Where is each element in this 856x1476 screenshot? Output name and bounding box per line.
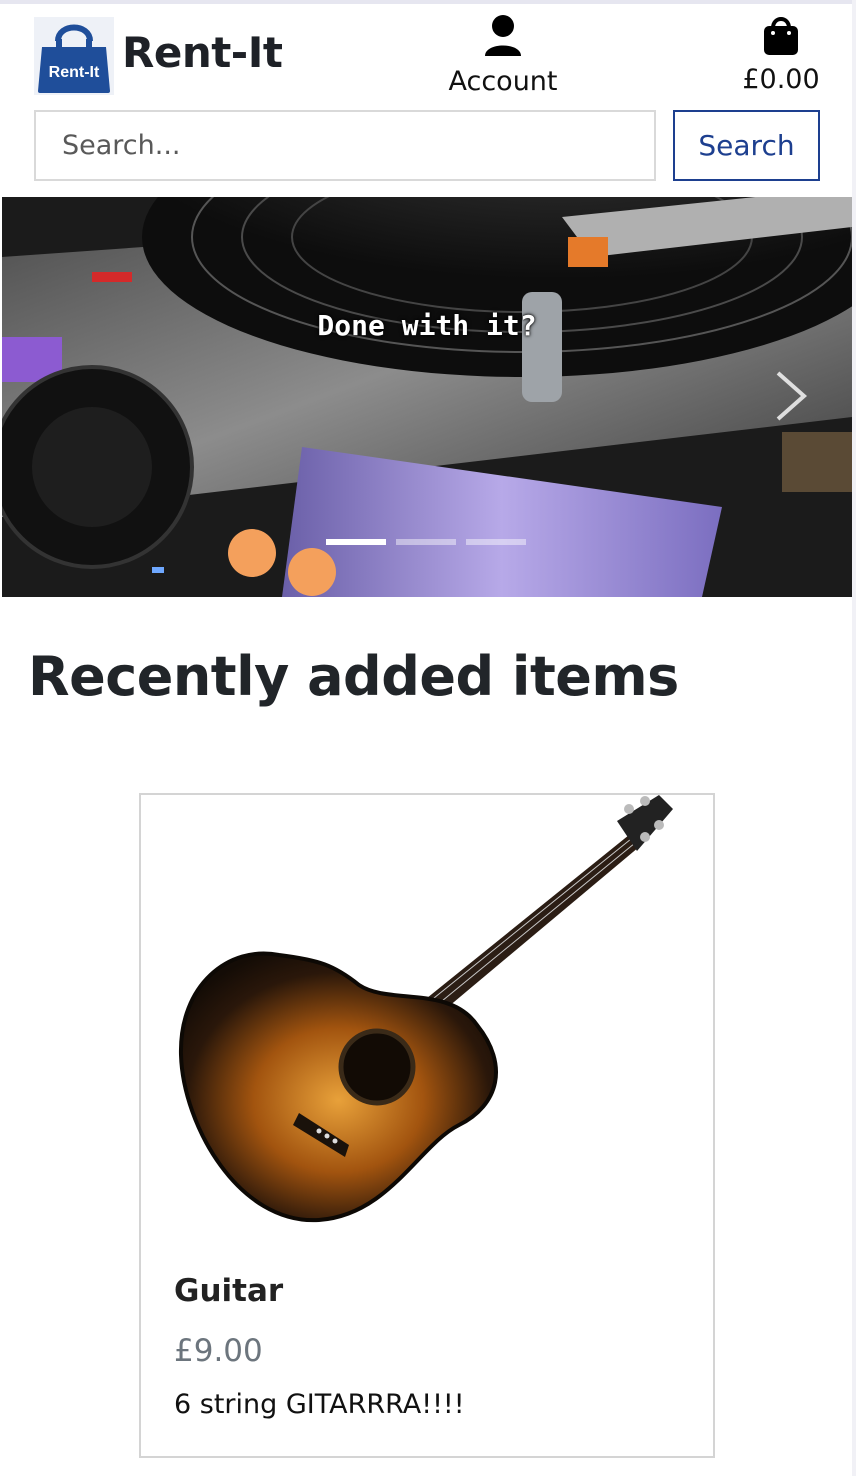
product-description: 6 string GITARRRA!!!! xyxy=(174,1389,465,1420)
search-input[interactable] xyxy=(34,110,656,181)
carousel-indicator-1[interactable] xyxy=(326,539,386,545)
shopping-bag-icon xyxy=(764,17,798,55)
brand-name[interactable]: Rent-It xyxy=(122,28,283,77)
account-link[interactable]: Account xyxy=(446,14,560,97)
logo-text: Rent-It xyxy=(49,64,100,81)
carousel-indicator-2[interactable] xyxy=(396,539,456,545)
section-title: Recently added items xyxy=(28,645,679,708)
product-title[interactable]: Guitar xyxy=(174,1273,283,1309)
logo-bag-icon: Rent-It xyxy=(34,17,114,95)
carousel-indicator-3[interactable] xyxy=(466,539,526,545)
top-border xyxy=(0,0,856,4)
carousel-next-button[interactable] xyxy=(772,369,812,423)
product-image[interactable] xyxy=(159,795,697,1225)
cart-link[interactable]: £0.00 xyxy=(736,14,826,95)
carousel-indicators xyxy=(326,539,526,545)
hero-caption: Done with it? xyxy=(317,309,537,342)
account-label: Account xyxy=(448,66,558,97)
logo-link[interactable]: Rent-It xyxy=(34,17,114,95)
product-card[interactable]: Guitar £9.00 6 string GITARRRA!!!! xyxy=(139,793,715,1458)
person-icon xyxy=(485,15,521,56)
hero-carousel[interactable]: Done with it? xyxy=(2,197,852,597)
guitar-image xyxy=(159,795,697,1225)
product-price: £9.00 xyxy=(174,1333,263,1369)
right-scroll-edge xyxy=(852,0,856,1476)
hero-image xyxy=(2,197,852,597)
chevron-right-icon xyxy=(776,371,808,421)
cart-total: £0.00 xyxy=(742,64,820,95)
search-button[interactable]: Search xyxy=(673,110,820,181)
